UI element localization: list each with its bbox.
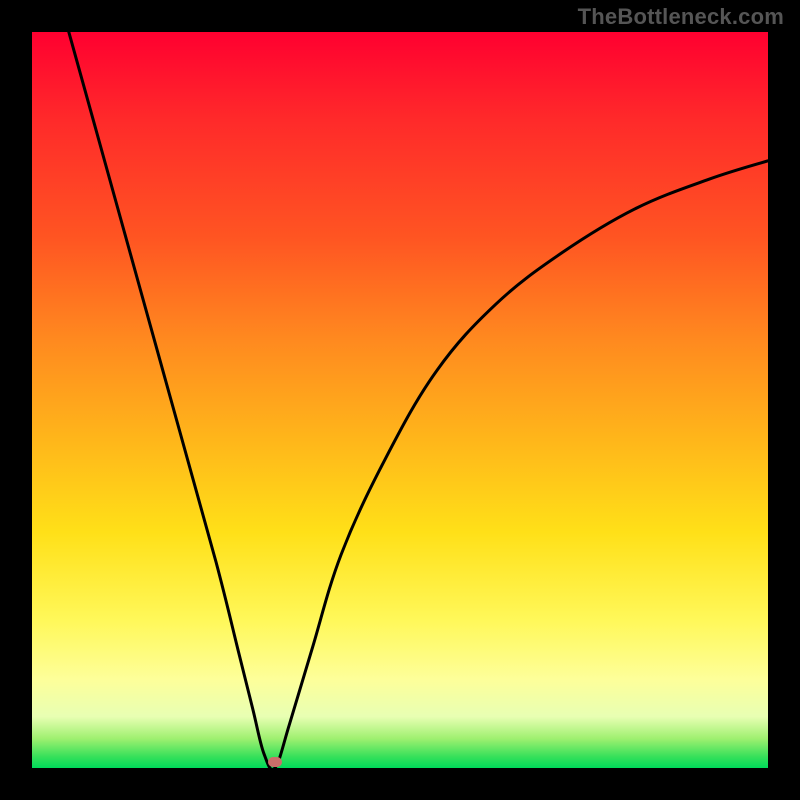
min-marker: [268, 757, 282, 767]
watermark-text: TheBottleneck.com: [578, 4, 784, 30]
bottleneck-curve: [32, 32, 768, 768]
chart-frame: TheBottleneck.com: [0, 0, 800, 800]
plot-area: [32, 32, 768, 768]
